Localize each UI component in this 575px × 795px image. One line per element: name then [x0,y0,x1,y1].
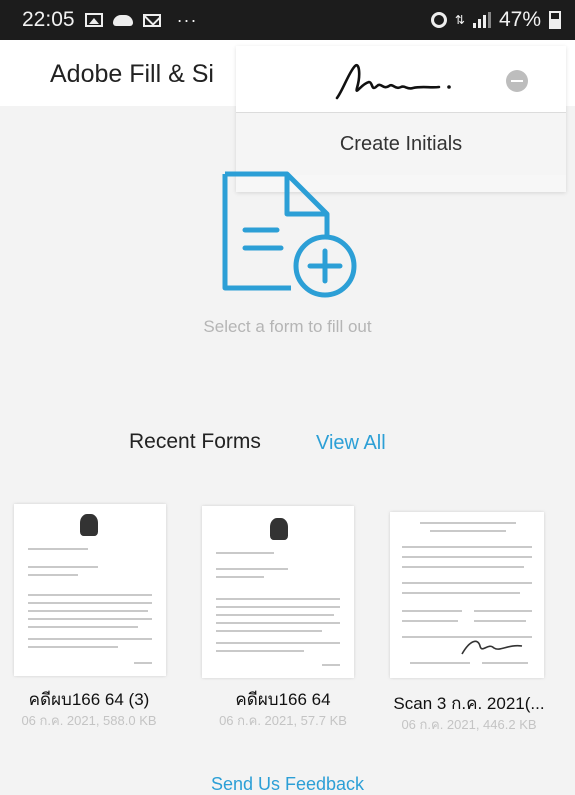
battery-percent: 47% [498,8,541,31]
alarm-icon [430,12,447,28]
saved-signature-row[interactable] [236,46,566,112]
handwritten-signature[interactable] [331,60,481,104]
recent-form-card[interactable]: คดีผบ166 64 (3) 06 ก.ค. 2021, 588.0 KB [4,500,174,730]
view-all-link[interactable]: View All [316,432,386,455]
form-meta: 06 ก.ค. 2021, 588.0 KB [21,713,157,728]
create-initials-button[interactable]: Create Initials [236,112,566,175]
form-thumbnail[interactable] [202,506,354,678]
recent-forms-title: Recent Forms [129,430,261,453]
select-form-hint[interactable]: Select a form to fill out [0,317,575,337]
form-meta: 06 ก.ค. 2021, 57.7 KB [219,713,347,728]
remove-icon[interactable] [506,70,528,92]
document-add-icon[interactable] [215,168,365,298]
send-feedback-link[interactable]: Send Us Feedback [0,774,575,795]
image-icon [84,13,103,27]
status-right: ⇅ 47% [430,8,561,32]
form-name: คดีผบ166 64 [235,690,331,709]
battery-icon [549,11,561,29]
form-thumbnail[interactable] [390,512,544,678]
status-bar: 22:05 ··· ⇅ 47% [0,0,575,40]
mail-icon [142,13,161,27]
more-dots-icon: ··· [176,9,198,30]
recent-form-card[interactable]: Scan 3 ก.ค. 2021(... 06 ก.ค. 2021, 446.2… [384,500,554,732]
recent-form-card[interactable]: คดีผบ166 64 06 ก.ค. 2021, 57.7 KB [198,500,368,730]
form-name: คดีผบ166 64 (3) [28,690,150,709]
cloud-icon [112,14,133,26]
signal-icon [472,12,491,28]
app-title: Adobe Fill & Si [50,60,214,88]
status-left: 22:05 ··· [22,8,198,32]
form-thumbnail[interactable] [14,504,166,676]
data-arrows-icon: ⇅ [454,12,465,27]
form-meta: 06 ก.ค. 2021, 446.2 KB [401,717,537,732]
status-time: 22:05 [22,8,75,31]
form-name: Scan 3 ก.ค. 2021(... [393,694,545,713]
